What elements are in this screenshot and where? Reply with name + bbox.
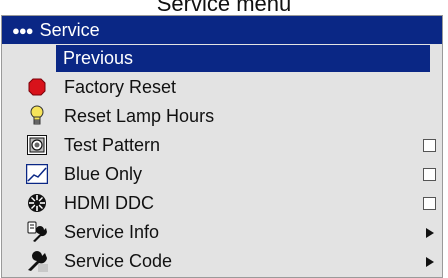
submenu-arrow-icon [426,228,434,238]
menu-item-label: HDMI DDC [64,193,154,213]
menu-item-blue-only[interactable]: Blue Only [2,160,442,189]
menu-item-label: Factory Reset [64,77,177,97]
hdmi-ddc-icon [26,192,48,214]
blue-only-icon [26,163,48,185]
blue-only-checkbox[interactable] [423,168,436,181]
wrench-code-icon [26,250,48,272]
service-menu: ●●● Service Previous Factory Reset Reset… [1,15,443,278]
menu-item-label: Service Code [64,251,173,271]
stop-sign-icon [26,76,48,98]
menu-item-label: Blue Only [64,164,143,184]
menu-title: Service [39,19,100,40]
hdmi-ddc-checkbox[interactable] [423,197,436,210]
wrench-info-icon [26,221,48,243]
submenu-arrow-icon [426,257,434,267]
menu-item-hdmi-ddc[interactable]: HDMI DDC [2,189,442,218]
menu-item-service-code[interactable]: Service Code [2,247,442,276]
menu-item-previous[interactable]: Previous [2,44,442,73]
menu-item-factory-reset[interactable]: Factory Reset [2,73,442,102]
menu-item-label: Reset Lamp Hours [64,106,215,126]
menu-item-label: Test Pattern [64,135,161,155]
test-pattern-icon [26,134,48,156]
menu-header-dots: ●●● [12,22,34,38]
menu-header: ●●● Service [2,16,442,44]
menu-item-reset-lamp-hours[interactable]: Reset Lamp Hours [2,102,442,131]
menu-item-label: Previous [56,45,430,72]
lightbulb-icon [26,105,48,127]
menu-item-service-info[interactable]: Service Info [2,218,442,247]
test-pattern-checkbox[interactable] [423,139,436,152]
menu-item-test-pattern[interactable]: Test Pattern [2,131,442,160]
menu-item-label: Service Info [64,222,160,242]
